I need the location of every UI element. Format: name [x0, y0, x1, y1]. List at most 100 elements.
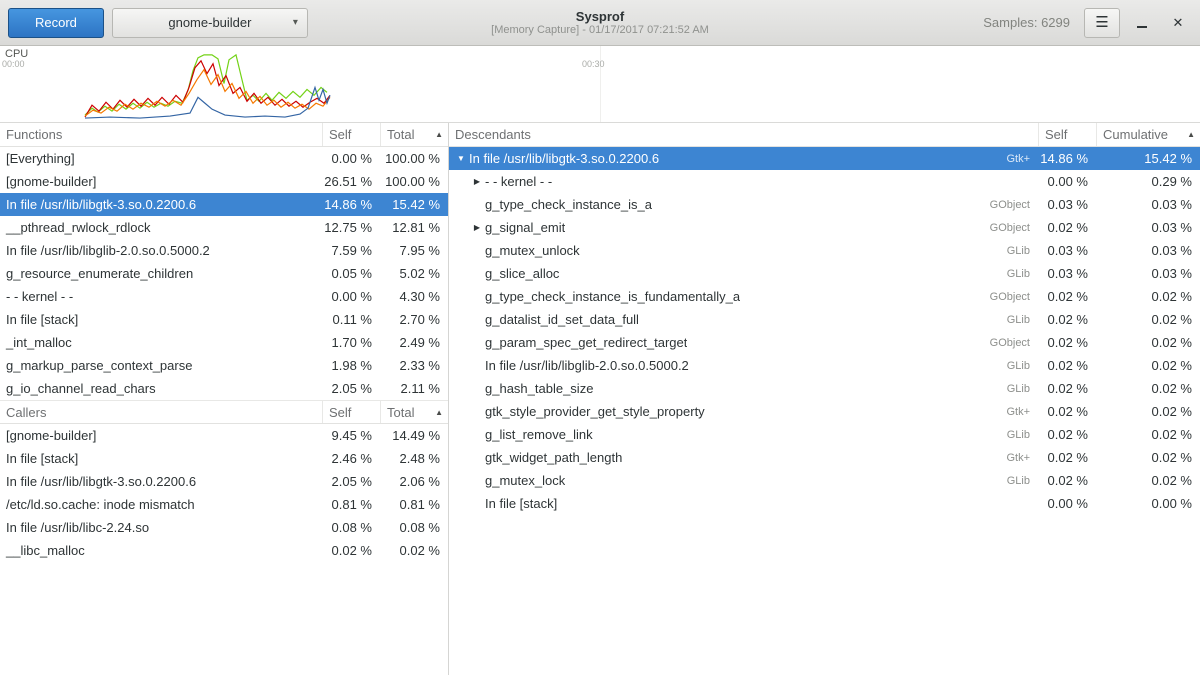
- tree-row[interactable]: g_mutex_unlockGLib0.03 %0.03 %: [449, 239, 1200, 262]
- cpu-line-orange: [85, 70, 330, 116]
- table-row[interactable]: In file [stack]0.11 %2.70 %: [0, 308, 448, 331]
- self-percent: 0.02 %: [1038, 312, 1096, 327]
- column-header-total[interactable]: Total ▲: [380, 401, 448, 423]
- menu-button[interactable]: ☰: [1084, 8, 1120, 38]
- table-row[interactable]: __pthread_rwlock_rdlock12.75 %12.81 %: [0, 216, 448, 239]
- table-row[interactable]: In file /usr/lib/libgtk-3.so.0.2200.62.0…: [0, 470, 448, 493]
- function-name: g_type_check_instance_is_fundamentally_a: [485, 289, 740, 304]
- column-header-total-label: Total: [387, 127, 414, 142]
- tree-row[interactable]: g_mutex_lockGLib0.02 %0.02 %: [449, 469, 1200, 492]
- descendant-name-cell: g_type_check_instance_is_fundamentally_a…: [449, 289, 1038, 304]
- column-header-functions[interactable]: Functions: [0, 127, 322, 142]
- function-name: In file /usr/lib/libgtk-3.so.0.2200.6: [0, 197, 322, 212]
- close-button[interactable]: ✕: [1164, 9, 1192, 37]
- function-name: g_markup_parse_context_parse: [0, 358, 322, 373]
- tree-row[interactable]: In file /usr/lib/libglib-2.0.so.0.5000.2…: [449, 354, 1200, 377]
- function-name: g_type_check_instance_is_a: [485, 197, 652, 212]
- self-percent: 1.98 %: [322, 358, 380, 373]
- self-percent: 7.59 %: [322, 243, 380, 258]
- chevron-down-icon: ▾: [293, 17, 298, 28]
- self-percent: 12.75 %: [322, 220, 380, 235]
- function-name: In file [stack]: [485, 496, 557, 511]
- self-percent: 0.00 %: [322, 151, 380, 166]
- cumulative-percent: 0.02 %: [1096, 381, 1200, 396]
- table-row[interactable]: __libc_malloc0.02 %0.02 %: [0, 539, 448, 562]
- function-name: g_io_channel_read_chars: [0, 381, 322, 396]
- descendant-name-cell: g_mutex_unlockGLib: [449, 243, 1038, 258]
- library-badge: Gtk+: [996, 406, 1038, 418]
- table-row[interactable]: - - kernel - -0.00 %4.30 %: [0, 285, 448, 308]
- process-selector-label: gnome-builder: [168, 15, 251, 30]
- expand-arrow-icon[interactable]: ▶: [469, 223, 485, 232]
- descendants-column-header: Descendants Self Cumulative ▲: [449, 123, 1200, 147]
- descendant-name-cell: g_list_remove_linkGLib: [449, 427, 1038, 442]
- column-header-total[interactable]: Total ▲: [380, 123, 448, 146]
- column-header-self[interactable]: Self: [322, 401, 380, 423]
- tree-row[interactable]: gtk_style_provider_get_style_propertyGtk…: [449, 400, 1200, 423]
- function-name: _int_malloc: [0, 335, 322, 350]
- table-row[interactable]: g_markup_parse_context_parse1.98 %2.33 %: [0, 354, 448, 377]
- descendant-name-cell: ▶g_signal_emitGObject: [449, 220, 1038, 235]
- table-row[interactable]: In file /usr/lib/libglib-2.0.so.0.5000.2…: [0, 239, 448, 262]
- tree-row[interactable]: g_hash_table_sizeGLib0.02 %0.02 %: [449, 377, 1200, 400]
- table-row[interactable]: In file /usr/lib/libc-2.24.so0.08 %0.08 …: [0, 516, 448, 539]
- function-name: g_hash_table_size: [485, 381, 593, 396]
- tree-row[interactable]: g_type_check_instance_is_aGObject0.03 %0…: [449, 193, 1200, 216]
- descendant-name-cell: gtk_widget_path_lengthGtk+: [449, 450, 1038, 465]
- functions-column-header: Functions Self Total ▲: [0, 123, 448, 147]
- table-row[interactable]: _int_malloc1.70 %2.49 %: [0, 331, 448, 354]
- function-name: gtk_widget_path_length: [485, 450, 622, 465]
- column-header-cumulative[interactable]: Cumulative ▲: [1096, 123, 1200, 146]
- functions-list: [Everything]0.00 %100.00 %[gnome-builder…: [0, 147, 448, 400]
- self-percent: 0.02 %: [1038, 427, 1096, 442]
- column-header-descendants[interactable]: Descendants: [449, 127, 1038, 142]
- column-header-total-label: Total: [387, 405, 414, 420]
- tree-row[interactable]: ▶- - kernel - -0.00 %0.29 %: [449, 170, 1200, 193]
- total-percent: 5.02 %: [380, 266, 448, 281]
- table-row[interactable]: [gnome-builder]9.45 %14.49 %: [0, 424, 448, 447]
- expand-arrow-icon[interactable]: ▶: [469, 177, 485, 186]
- table-row[interactable]: In file [stack]2.46 %2.48 %: [0, 447, 448, 470]
- tree-row[interactable]: g_datalist_id_set_data_fullGLib0.02 %0.0…: [449, 308, 1200, 331]
- callers-list: [gnome-builder]9.45 %14.49 %In file [sta…: [0, 424, 448, 562]
- total-percent: 2.11 %: [380, 381, 448, 396]
- tree-row[interactable]: ▶g_signal_emitGObject0.02 %0.03 %: [449, 216, 1200, 239]
- tree-row[interactable]: g_param_spec_get_redirect_targetGObject0…: [449, 331, 1200, 354]
- table-row[interactable]: [gnome-builder]26.51 %100.00 %: [0, 170, 448, 193]
- tree-row[interactable]: g_type_check_instance_is_fundamentally_a…: [449, 285, 1200, 308]
- cumulative-percent: 0.02 %: [1096, 358, 1200, 373]
- process-selector-dropdown[interactable]: gnome-builder ▾: [112, 8, 308, 38]
- total-percent: 2.48 %: [380, 451, 448, 466]
- total-percent: 0.81 %: [380, 497, 448, 512]
- cpu-graph[interactable]: CPU 00:00 00:30: [0, 46, 1200, 123]
- descendant-name-cell: g_type_check_instance_is_aGObject: [449, 197, 1038, 212]
- table-row[interactable]: /etc/ld.so.cache: inode mismatch0.81 %0.…: [0, 493, 448, 516]
- descendant-name-cell: g_datalist_id_set_data_fullGLib: [449, 312, 1038, 327]
- cumulative-percent: 15.42 %: [1096, 151, 1200, 166]
- tree-row[interactable]: In file [stack]0.00 %0.00 %: [449, 492, 1200, 515]
- function-name: /etc/ld.so.cache: inode mismatch: [0, 497, 322, 512]
- function-name: g_datalist_id_set_data_full: [485, 312, 639, 327]
- cpu-graph-lines: [0, 46, 1200, 122]
- table-row[interactable]: [Everything]0.00 %100.00 %: [0, 147, 448, 170]
- collapse-arrow-icon[interactable]: ▼: [453, 154, 469, 163]
- sort-indicator-icon: ▲: [435, 408, 443, 417]
- column-header-callers[interactable]: Callers: [0, 405, 322, 420]
- table-row[interactable]: In file /usr/lib/libgtk-3.so.0.2200.614.…: [0, 193, 448, 216]
- tree-row[interactable]: g_list_remove_linkGLib0.02 %0.02 %: [449, 423, 1200, 446]
- record-button[interactable]: Record: [8, 8, 104, 38]
- column-header-self[interactable]: Self: [322, 123, 380, 146]
- table-row[interactable]: g_io_channel_read_chars2.05 %2.11 %: [0, 377, 448, 400]
- function-name: In file /usr/lib/libgtk-3.so.0.2200.6: [469, 151, 659, 166]
- minimize-button[interactable]: [1128, 9, 1156, 37]
- sort-indicator-icon: ▲: [435, 130, 443, 139]
- tree-row[interactable]: g_slice_allocGLib0.03 %0.03 %: [449, 262, 1200, 285]
- descendant-name-cell: g_hash_table_sizeGLib: [449, 381, 1038, 396]
- total-percent: 100.00 %: [380, 151, 448, 166]
- tree-row[interactable]: gtk_widget_path_lengthGtk+0.02 %0.02 %: [449, 446, 1200, 469]
- table-row[interactable]: g_resource_enumerate_children0.05 %5.02 …: [0, 262, 448, 285]
- tree-row[interactable]: ▼In file /usr/lib/libgtk-3.so.0.2200.6Gt…: [449, 147, 1200, 170]
- column-header-self[interactable]: Self: [1038, 123, 1096, 146]
- self-percent: 2.46 %: [322, 451, 380, 466]
- function-name: __pthread_rwlock_rdlock: [0, 220, 322, 235]
